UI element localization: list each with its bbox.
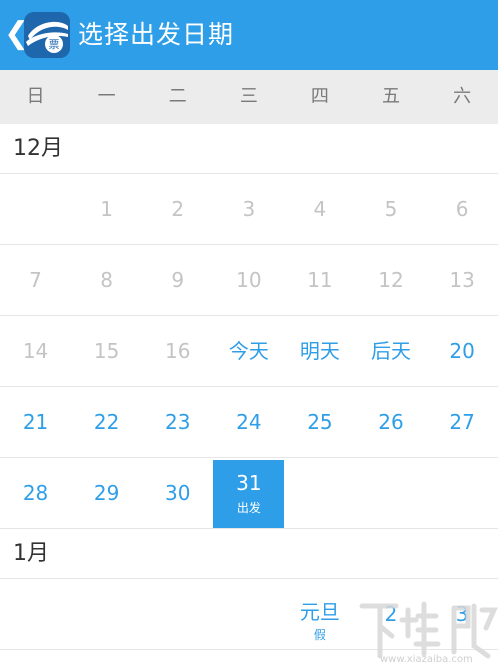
weekday-label: 四 (310, 86, 329, 107)
day-cell[interactable]: 后天 (355, 316, 426, 386)
weekday-label: 三 (239, 86, 258, 107)
holiday-day-cell[interactable]: 元旦假 (284, 579, 355, 649)
selected-day-cell[interactable]: 31 出发 (213, 460, 285, 528)
day-cell[interactable]: 28 (0, 458, 71, 528)
weekday-label: 五 (382, 86, 401, 107)
day-cell: 6 (455, 197, 469, 221)
day-cell[interactable]: 26 (355, 387, 426, 457)
logo-text: 票 (49, 38, 60, 51)
title-bar: ❮ 票 选择出发日期 (0, 0, 498, 70)
day-cell: 11 (307, 268, 333, 292)
day-number: 31 (236, 471, 262, 495)
train-ticket-logo-icon: 票 (24, 12, 70, 58)
watermark-url: www.xiazaiba.com (380, 654, 473, 665)
day-cell[interactable]: 24 (213, 387, 284, 457)
weekday-label: 一 (97, 86, 116, 107)
day-cell: 16 (165, 339, 191, 363)
week-row: 14 15 16 今天 明天 后天 20 (0, 316, 498, 387)
day-cell[interactable]: 今天 (213, 316, 284, 386)
day-cell: 7 (29, 268, 42, 292)
day-cell: 10 (236, 268, 262, 292)
month-label: 12月 (0, 124, 498, 174)
weekday-header: 日一二三四五六 (0, 70, 498, 124)
day-cell[interactable]: 20 (427, 316, 498, 386)
day-cell: 15 (93, 339, 120, 363)
day-cell: 14 (22, 339, 49, 363)
empty-cell (355, 458, 426, 528)
day-sublabel: 出发 (236, 501, 261, 515)
day-cell[interactable]: 22 (71, 387, 142, 457)
week-row: 1 2 3 4 5 6 (0, 174, 498, 245)
page-title: 选择出发日期 (78, 20, 235, 49)
empty-cell (284, 458, 355, 528)
day-cell: 1 (100, 197, 113, 221)
day-cell[interactable]: 明天 (284, 316, 355, 386)
day-cell[interactable]: 25 (284, 387, 355, 457)
empty-cell (0, 579, 71, 649)
day-cell: 5 (384, 197, 398, 221)
day-cell[interactable]: 29 (71, 458, 142, 528)
month-label: 1月 (0, 529, 498, 579)
day-cell: 13 (449, 268, 475, 292)
day-cell: 8 (100, 268, 113, 292)
empty-cell (427, 458, 498, 528)
weekday-label: 二 (168, 86, 187, 107)
day-cell[interactable]: 21 (0, 387, 71, 457)
day-cell[interactable]: 30 (142, 458, 213, 528)
day-cell[interactable]: 27 (427, 387, 498, 457)
day-cell: 12 (378, 268, 404, 292)
week-row: 28 29 30 31 出发 (0, 458, 498, 529)
day-cell: 4 (313, 197, 327, 221)
weekday-label: 六 (453, 86, 472, 107)
week-row: 7 8 9 10 11 12 13 (0, 245, 498, 316)
day-cell[interactable]: 23 (142, 387, 213, 457)
empty-cell (71, 579, 142, 649)
empty-cell (0, 174, 71, 244)
day-cell: 2 (171, 197, 185, 221)
empty-cell (142, 579, 213, 649)
day-cell: 9 (171, 268, 185, 292)
day-sublabel: 假 (313, 628, 326, 642)
empty-cell (213, 579, 284, 649)
app-logo: 票 (24, 12, 70, 58)
week-row: 21 22 23 24 25 26 27 (0, 387, 498, 458)
day-cell: 3 (242, 197, 256, 221)
day-number: 元旦 (299, 600, 340, 624)
weekday-label: 日 (26, 86, 45, 107)
